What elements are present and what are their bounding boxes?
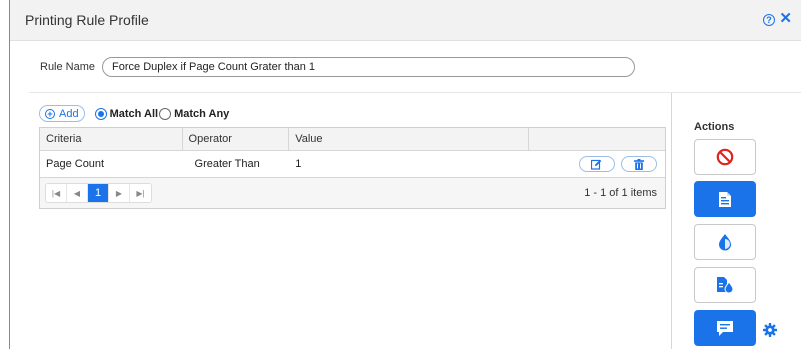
dialog-titlebar: Printing Rule Profile ? ✕ <box>10 0 801 41</box>
next-page-icon[interactable]: ▶ <box>109 184 130 202</box>
actions-panel: Actions <box>673 93 801 349</box>
toner-action-button[interactable] <box>694 224 756 260</box>
cell-operator: Greater Than <box>194 158 260 170</box>
column-header-operator[interactable]: Operator <box>183 128 290 150</box>
add-button[interactable]: + Add <box>39 105 85 122</box>
prev-page-icon[interactable]: ◀ <box>67 184 88 202</box>
match-any-label: Match Any <box>174 107 230 120</box>
pager-controls: |◀ ◀ 1 ▶ ▶| <box>45 183 152 203</box>
match-any-radio[interactable]: Match Any <box>159 107 230 120</box>
block-action-button[interactable] <box>694 139 756 175</box>
criteria-grid: Criteria Operator Value Page Count Great… <box>39 127 666 209</box>
block-icon <box>716 148 734 166</box>
add-button-label: Add <box>59 107 79 120</box>
match-all-label: Match All <box>109 107 159 120</box>
edit-button[interactable] <box>578 156 615 172</box>
criteria-toolbar: + Add Match All Match Any <box>39 105 229 122</box>
message-action-button[interactable] <box>694 310 756 346</box>
delete-button[interactable] <box>620 156 657 172</box>
help-icon[interactable]: ? <box>763 14 775 26</box>
close-icon[interactable]: ✕ <box>779 11 792 27</box>
document-icon <box>719 191 731 207</box>
column-header-criteria[interactable]: Criteria <box>40 128 183 150</box>
message-icon <box>717 320 733 336</box>
radio-selected-icon <box>94 107 107 120</box>
first-page-icon[interactable]: |◀ <box>46 184 67 202</box>
dialog-title: Printing Rule Profile <box>25 12 149 28</box>
column-header-actions <box>529 128 665 150</box>
page-button-current[interactable]: 1 <box>88 184 109 202</box>
document-toner-action-button[interactable] <box>694 267 756 303</box>
column-header-value[interactable]: Value <box>289 128 530 150</box>
table-row[interactable]: Page Count Greater Than 1 <box>40 151 665 178</box>
rule-name-label: Rule Name <box>40 61 96 73</box>
match-all-radio[interactable]: Match All <box>94 107 159 120</box>
toner-drop-icon <box>719 234 731 251</box>
radio-unselected-icon <box>159 107 172 120</box>
plus-circle-icon: + <box>45 108 55 119</box>
grid-header: Criteria Operator Value <box>40 128 665 151</box>
cell-row-actions <box>529 151 665 177</box>
grid-pager: |◀ ◀ 1 ▶ ▶| 1 - 1 of 1 items <box>40 178 665 208</box>
cell-value: 1 <box>295 158 302 170</box>
criteria-panel: + Add Match All Match Any Criteria Opera… <box>29 93 672 349</box>
rule-name-input[interactable] <box>102 57 636 77</box>
pager-info: 1 - 1 of 1 items <box>584 187 657 199</box>
actions-header: Actions <box>694 121 735 133</box>
document-action-button[interactable] <box>694 181 756 217</box>
printing-rule-dialog: Printing Rule Profile ? ✕ Rule Name + Ad… <box>9 0 801 349</box>
document-toner-icon <box>717 277 734 294</box>
trash-icon <box>633 158 644 170</box>
cell-criteria: Page Count <box>46 158 105 170</box>
last-page-icon[interactable]: ▶| <box>130 184 151 202</box>
rule-name-row: Rule Name <box>40 57 636 77</box>
gear-icon[interactable] <box>763 323 777 337</box>
edit-icon <box>591 159 602 170</box>
